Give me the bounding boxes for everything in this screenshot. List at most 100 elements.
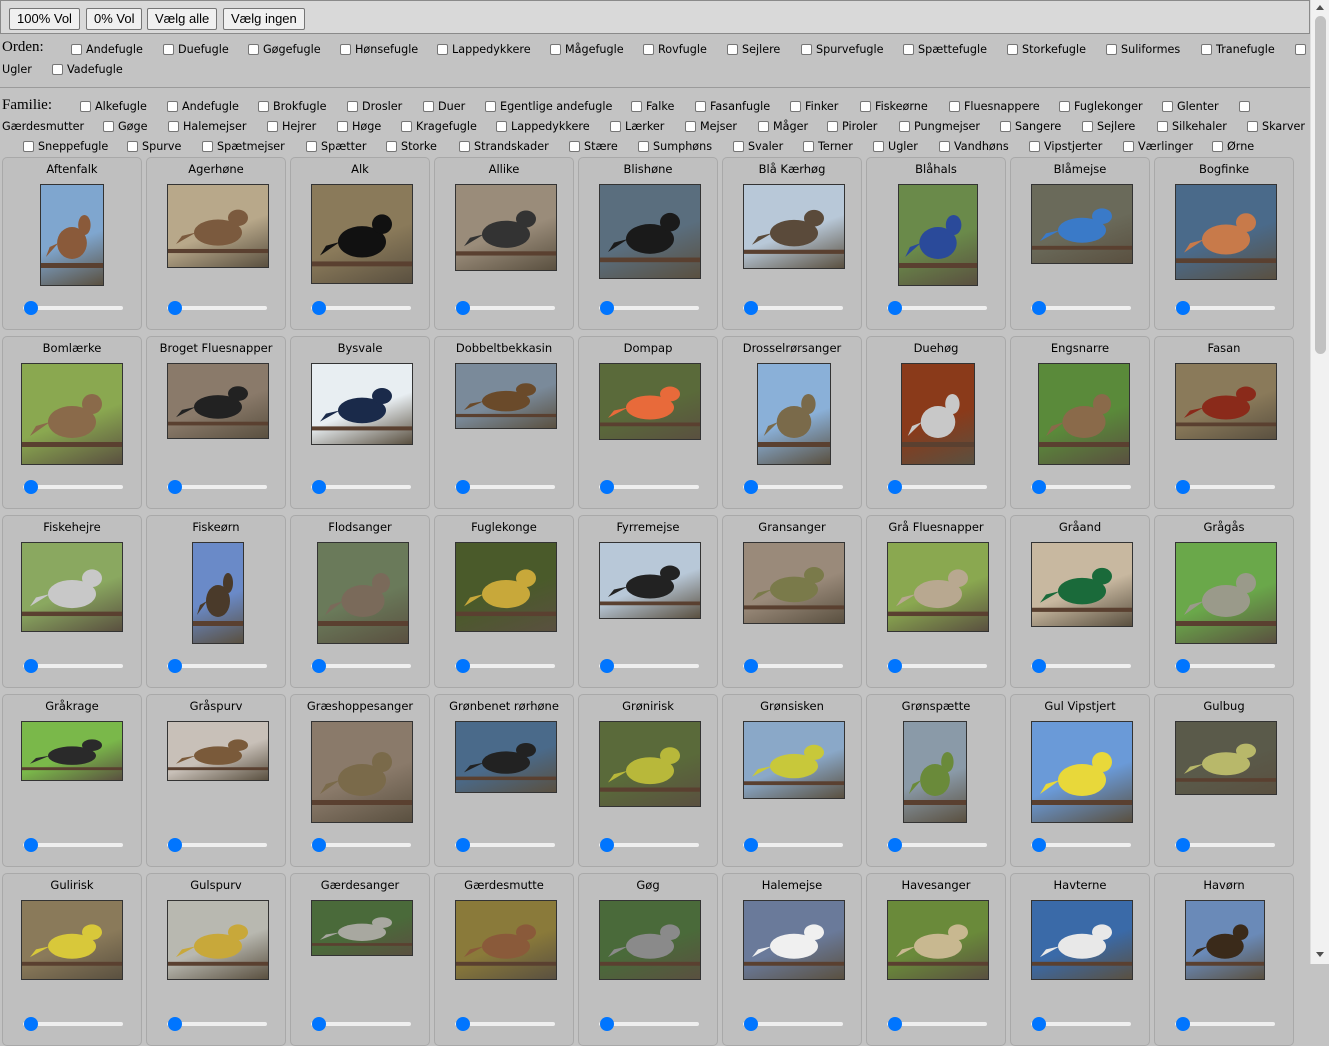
slider-track[interactable] [887, 843, 987, 847]
orden-checkbox[interactable] [643, 44, 654, 55]
orden-option-label[interactable]: Vadefugle [67, 63, 123, 77]
volume-slider[interactable] [1175, 480, 1275, 494]
familie-checkbox[interactable] [827, 121, 838, 132]
volume-slider[interactable] [1031, 659, 1131, 673]
slider-track[interactable] [743, 306, 843, 310]
slider-thumb[interactable] [24, 1017, 38, 1031]
volume-slider[interactable] [743, 659, 843, 673]
volume-slider[interactable] [599, 1017, 699, 1031]
slider-thumb[interactable] [312, 480, 326, 494]
bird-photo[interactable] [455, 900, 557, 980]
volume-slider[interactable] [23, 659, 123, 673]
slider-thumb[interactable] [1176, 1017, 1190, 1031]
familie-checkbox[interactable] [267, 121, 278, 132]
slider-thumb[interactable] [24, 838, 38, 852]
familie-checkbox[interactable] [202, 141, 213, 152]
familie-checkbox[interactable] [638, 141, 649, 152]
volume-slider[interactable] [455, 1017, 555, 1031]
familie-checkbox[interactable] [168, 121, 179, 132]
familie-checkbox[interactable] [949, 101, 960, 112]
familie-option-label[interactable]: Halemejser [183, 120, 246, 134]
bird-photo[interactable] [167, 900, 269, 980]
familie-option-label[interactable]: Pungmejser [914, 120, 980, 134]
slider-track[interactable] [167, 485, 267, 489]
orden-checkbox[interactable] [1201, 44, 1212, 55]
slider-track[interactable] [23, 485, 123, 489]
slider-track[interactable] [23, 664, 123, 668]
slider-track[interactable] [1031, 485, 1131, 489]
slider-thumb[interactable] [456, 301, 470, 315]
slider-track[interactable] [167, 306, 267, 310]
bird-photo[interactable] [599, 363, 701, 440]
volume-slider[interactable] [311, 480, 411, 494]
volume-slider[interactable] [455, 480, 555, 494]
orden-option-label[interactable]: Spurvefugle [816, 43, 884, 57]
familie-option-label[interactable]: Mejser [700, 120, 737, 134]
slider-thumb[interactable] [456, 659, 470, 673]
volume-slider[interactable] [455, 838, 555, 852]
volume-slider[interactable] [167, 659, 267, 673]
familie-checkbox[interactable] [1212, 141, 1223, 152]
bird-photo[interactable] [1031, 900, 1133, 980]
familie-checkbox[interactable] [80, 101, 91, 112]
slider-track[interactable] [167, 843, 267, 847]
bird-photo[interactable] [21, 542, 123, 632]
familie-checkbox[interactable] [306, 141, 317, 152]
slider-thumb[interactable] [888, 480, 902, 494]
bird-photo[interactable] [167, 184, 269, 268]
volume-slider[interactable] [887, 480, 987, 494]
familie-checkbox[interactable] [873, 141, 884, 152]
familie-option-label[interactable]: Silkehaler [1172, 120, 1227, 134]
slider-track[interactable] [23, 1022, 123, 1026]
familie-option-label[interactable]: Terner [818, 140, 853, 154]
volume-slider[interactable] [23, 301, 123, 315]
orden-option-label[interactable]: Spættefugle [918, 43, 987, 57]
slider-track[interactable] [1031, 843, 1131, 847]
bird-photo[interactable] [311, 184, 413, 284]
bird-photo[interactable] [317, 542, 409, 644]
volume-slider[interactable] [455, 659, 555, 673]
slider-thumb[interactable] [1032, 480, 1046, 494]
bird-photo[interactable] [311, 900, 413, 956]
familie-option-label[interactable]: Ugler [888, 140, 918, 154]
orden-checkbox[interactable] [52, 64, 63, 75]
slider-track[interactable] [1175, 306, 1275, 310]
familie-option-label[interactable]: Spætter [321, 140, 366, 154]
familie-option-label[interactable]: Kragefugle [416, 120, 477, 134]
slider-thumb[interactable] [24, 659, 38, 673]
slider-thumb[interactable] [24, 301, 38, 315]
bird-photo[interactable] [311, 721, 413, 823]
slider-track[interactable] [599, 1022, 699, 1026]
slider-thumb[interactable] [456, 838, 470, 852]
orden-option-label[interactable]: Rovfugle [658, 43, 707, 57]
volume-slider[interactable] [23, 480, 123, 494]
slider-track[interactable] [311, 485, 411, 489]
volume-slider[interactable] [887, 1017, 987, 1031]
slider-track[interactable] [23, 306, 123, 310]
slider-thumb[interactable] [168, 301, 182, 315]
familie-option-label[interactable]: Piroler [842, 120, 877, 134]
slider-thumb[interactable] [1176, 838, 1190, 852]
bird-photo[interactable] [167, 363, 269, 439]
familie-checkbox[interactable] [1123, 141, 1134, 152]
slider-track[interactable] [743, 664, 843, 668]
familie-option-label[interactable]: Lærker [625, 120, 664, 134]
slider-thumb[interactable] [1176, 480, 1190, 494]
familie-option-label[interactable]: Lappedykkere [511, 120, 590, 134]
slider-track[interactable] [887, 1022, 987, 1026]
slider-track[interactable] [743, 1022, 843, 1026]
bird-photo[interactable] [901, 363, 975, 465]
bird-photo[interactable] [1038, 363, 1130, 465]
orden-checkbox[interactable] [903, 44, 914, 55]
volume-slider[interactable] [1175, 659, 1275, 673]
familie-checkbox[interactable] [1082, 121, 1093, 132]
familie-checkbox[interactable] [1247, 121, 1258, 132]
bird-photo[interactable] [167, 721, 269, 781]
slider-track[interactable] [23, 843, 123, 847]
slider-thumb[interactable] [1032, 1017, 1046, 1031]
orden-option-label[interactable]: Gøgefugle [263, 43, 321, 57]
volume-slider[interactable] [1175, 838, 1275, 852]
orden-option-label[interactable]: Storkefugle [1022, 43, 1086, 57]
slider-track[interactable] [743, 843, 843, 847]
slider-track[interactable] [167, 1022, 267, 1026]
